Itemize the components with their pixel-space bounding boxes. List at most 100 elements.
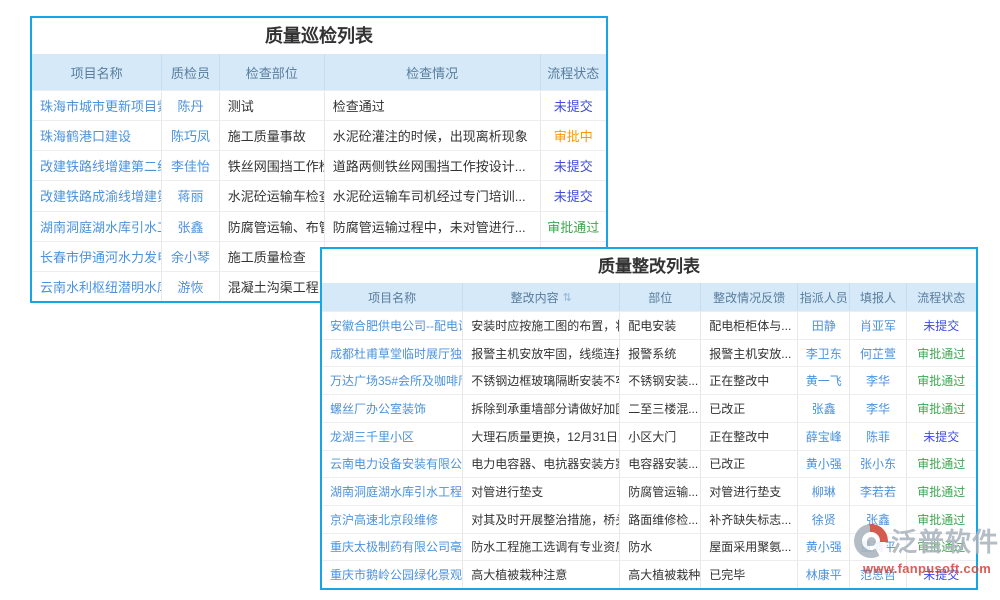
column-header-status: 流程状态 — [907, 283, 976, 311]
rectify-feedback-cell: 已改正 — [701, 395, 798, 422]
project-name-link[interactable]: 改建铁路成渝线增建第... — [32, 181, 162, 210]
assignee-link[interactable]: 林康平 — [798, 561, 850, 588]
inspection-table-title: 质量巡检列表 — [32, 18, 606, 54]
column-header-part: 部位 — [620, 283, 701, 311]
rectify-content-cell: 报警主机安放牢固，线缆连接... — [463, 340, 620, 367]
reporter-link[interactable]: 张小东 — [850, 451, 906, 478]
inspection-part-cell: 施工质量事故 — [220, 121, 325, 150]
inspector-link[interactable]: 陈巧凤 — [162, 121, 219, 150]
inspection-situation-cell: 水泥砼灌注的时候，出现离析现象 — [325, 121, 541, 150]
rectify-content-cell: 防水工程施工选调有专业资质... — [463, 534, 620, 561]
reporter-link[interactable]: 李华 — [850, 395, 906, 422]
table-row: 螺丝厂办公室装饰 拆除到承重墙部分请做好加固... 二至三楼混... 已改正 张… — [322, 394, 976, 422]
fanpu-watermark: 泛普软件 www.fanpusoft.com — [854, 522, 1000, 576]
inspector-link[interactable]: 余小琴 — [162, 242, 219, 271]
rectify-content-cell: 拆除到承重墙部分请做好加固... — [463, 395, 620, 422]
rectify-part-cell: 路面维修检... — [620, 506, 701, 533]
rectify-feedback-cell: 正在整改中 — [701, 423, 798, 450]
inspector-link[interactable]: 蒋丽 — [162, 181, 219, 210]
table-row: 改建铁路线增建第二线... 李佳怡 铁丝网围挡工作检查 道路两侧铁丝网围挡工作按… — [32, 150, 606, 180]
inspection-part-cell: 水泥砼运输车检查 — [220, 181, 325, 210]
assignee-link[interactable]: 李卫东 — [798, 340, 850, 367]
project-name-link[interactable]: 珠海市城市更新项目紫... — [32, 91, 162, 120]
status-badge: 审批通过 — [907, 340, 976, 367]
assignee-link[interactable]: 张鑫 — [798, 395, 850, 422]
project-name-link[interactable]: 万达广场35#会所及咖啡厅空... — [322, 367, 463, 394]
inspection-part-cell: 测试 — [220, 91, 325, 120]
project-name-link[interactable]: 成都杜甫草堂临时展厅独立展... — [322, 340, 463, 367]
assignee-link[interactable]: 黄小强 — [798, 534, 850, 561]
project-name-link[interactable]: 湖南洞庭湖水库引水工... — [32, 212, 162, 241]
table-row: 万达广场35#会所及咖啡厅空... 不锈钢边框玻璃隔断安装不牢... 不锈钢安装… — [322, 366, 976, 394]
rectify-part-cell: 不锈钢安装... — [620, 367, 701, 394]
status-badge: 审批通过 — [907, 367, 976, 394]
reporter-link[interactable]: 肖亚军 — [850, 312, 906, 339]
column-header-project: 项目名称 — [32, 54, 162, 90]
project-name-link[interactable]: 重庆太极制药有限公司亳州中... — [322, 534, 463, 561]
inspector-link[interactable]: 陈丹 — [162, 91, 219, 120]
project-name-link[interactable]: 螺丝厂办公室装饰 — [322, 395, 463, 422]
project-name-link[interactable]: 安徽合肥供电公司--配电设备... — [322, 312, 463, 339]
column-header-part: 检查部位 — [220, 54, 325, 90]
rectify-content-cell: 大理石质量更换，12月31日之... — [463, 423, 620, 450]
column-header-content[interactable]: 整改内容 ⇅ — [463, 283, 620, 311]
rectify-part-cell: 配电安装 — [620, 312, 701, 339]
brand-url: www.fanpusoft.com — [854, 561, 1000, 576]
inspector-link[interactable]: 游恢 — [162, 272, 219, 301]
inspector-link[interactable]: 李佳怡 — [162, 151, 219, 180]
brand-row: 泛普软件 — [854, 522, 1000, 559]
table-row: 安徽合肥供电公司--配电设备... 安装时应按施工图的布置，将... 配电安装 … — [322, 311, 976, 339]
status-badge: 审批通过 — [907, 395, 976, 422]
inspection-part-cell: 施工质量检查 — [220, 242, 325, 271]
rectify-feedback-cell: 屋面采用聚氨... — [701, 534, 798, 561]
project-name-link[interactable]: 云南电力设备安装有限公司20... — [322, 451, 463, 478]
project-name-link[interactable]: 京沪高速北京段维修 — [322, 506, 463, 533]
inspection-situation-cell: 检查通过 — [325, 91, 541, 120]
assignee-link[interactable]: 柳琳 — [798, 478, 850, 505]
status-badge: 未提交 — [907, 423, 976, 450]
reporter-link[interactable]: 李若若 — [850, 478, 906, 505]
status-badge: 未提交 — [907, 312, 976, 339]
assignee-link[interactable]: 徐贤 — [798, 506, 850, 533]
table-row: 湖南洞庭湖水库引水工... 张鑫 防腐管运输、布管 防腐管运输过程中，未对管进行… — [32, 211, 606, 241]
rectification-table-title: 质量整改列表 — [322, 249, 976, 283]
rectify-part-cell: 防腐管运输... — [620, 478, 701, 505]
column-header-status: 流程状态 — [541, 54, 606, 90]
project-name-link[interactable]: 珠海鹤港口建设 — [32, 121, 162, 150]
rectification-table-header: 项目名称 整改内容 ⇅ 部位 整改情况反馈 指派人员 填报人 流程状态 — [322, 283, 976, 311]
rectify-feedback-cell: 报警主机安放... — [701, 340, 798, 367]
inspector-link[interactable]: 张鑫 — [162, 212, 219, 241]
column-header-project: 项目名称 — [322, 283, 463, 311]
reporter-link[interactable]: 陈菲 — [850, 423, 906, 450]
column-header-situation: 检查情况 — [325, 54, 541, 90]
project-name-link[interactable]: 重庆市鹅岭公园绿化景观提升... — [322, 561, 463, 588]
rectify-content-cell: 对其及时开展整治措施，桥头... — [463, 506, 620, 533]
inspection-part-cell: 铁丝网围挡工作检查 — [220, 151, 325, 180]
table-row: 改建铁路成渝线增建第... 蒋丽 水泥砼运输车检查 水泥砼运输车司机经过专门培训… — [32, 180, 606, 210]
table-row: 珠海鹤港口建设 陈巧凤 施工质量事故 水泥砼灌注的时候，出现离析现象 审批中 — [32, 120, 606, 150]
reporter-link[interactable]: 李华 — [850, 367, 906, 394]
table-row: 龙湖三千里小区 大理石质量更换，12月31日之... 小区大门 正在整改中 薛宝… — [322, 422, 976, 450]
project-name-link[interactable]: 长春市伊通河水力发电... — [32, 242, 162, 271]
assignee-link[interactable]: 薛宝峰 — [798, 423, 850, 450]
project-name-link[interactable]: 云南水利枢纽潜明水库... — [32, 272, 162, 301]
assignee-link[interactable]: 黄一飞 — [798, 367, 850, 394]
rectify-part-cell: 高大植被栽种 — [620, 561, 701, 588]
status-badge: 审批通过 — [907, 451, 976, 478]
rectify-feedback-cell: 已完毕 — [701, 561, 798, 588]
rectify-part-cell: 防水 — [620, 534, 701, 561]
status-badge: 未提交 — [541, 91, 606, 120]
rectify-content-cell: 不锈钢边框玻璃隔断安装不牢... — [463, 367, 620, 394]
reporter-link[interactable]: 何芷萱 — [850, 340, 906, 367]
project-name-link[interactable]: 龙湖三千里小区 — [322, 423, 463, 450]
assignee-link[interactable]: 黄小强 — [798, 451, 850, 478]
table-row: 湖南洞庭湖水库引水工程施工标 对管进行垫支 防腐管运输... 对管进行垫支 柳琳… — [322, 477, 976, 505]
rectify-part-cell: 小区大门 — [620, 423, 701, 450]
project-name-link[interactable]: 湖南洞庭湖水库引水工程施工标 — [322, 478, 463, 505]
inspection-part-cell: 防腐管运输、布管 — [220, 212, 325, 241]
project-name-link[interactable]: 改建铁路线增建第二线... — [32, 151, 162, 180]
assignee-link[interactable]: 田静 — [798, 312, 850, 339]
brand-name: 泛普软件 — [891, 522, 999, 559]
rectify-feedback-cell: 正在整改中 — [701, 367, 798, 394]
sort-icon[interactable]: ⇅ — [563, 291, 572, 304]
